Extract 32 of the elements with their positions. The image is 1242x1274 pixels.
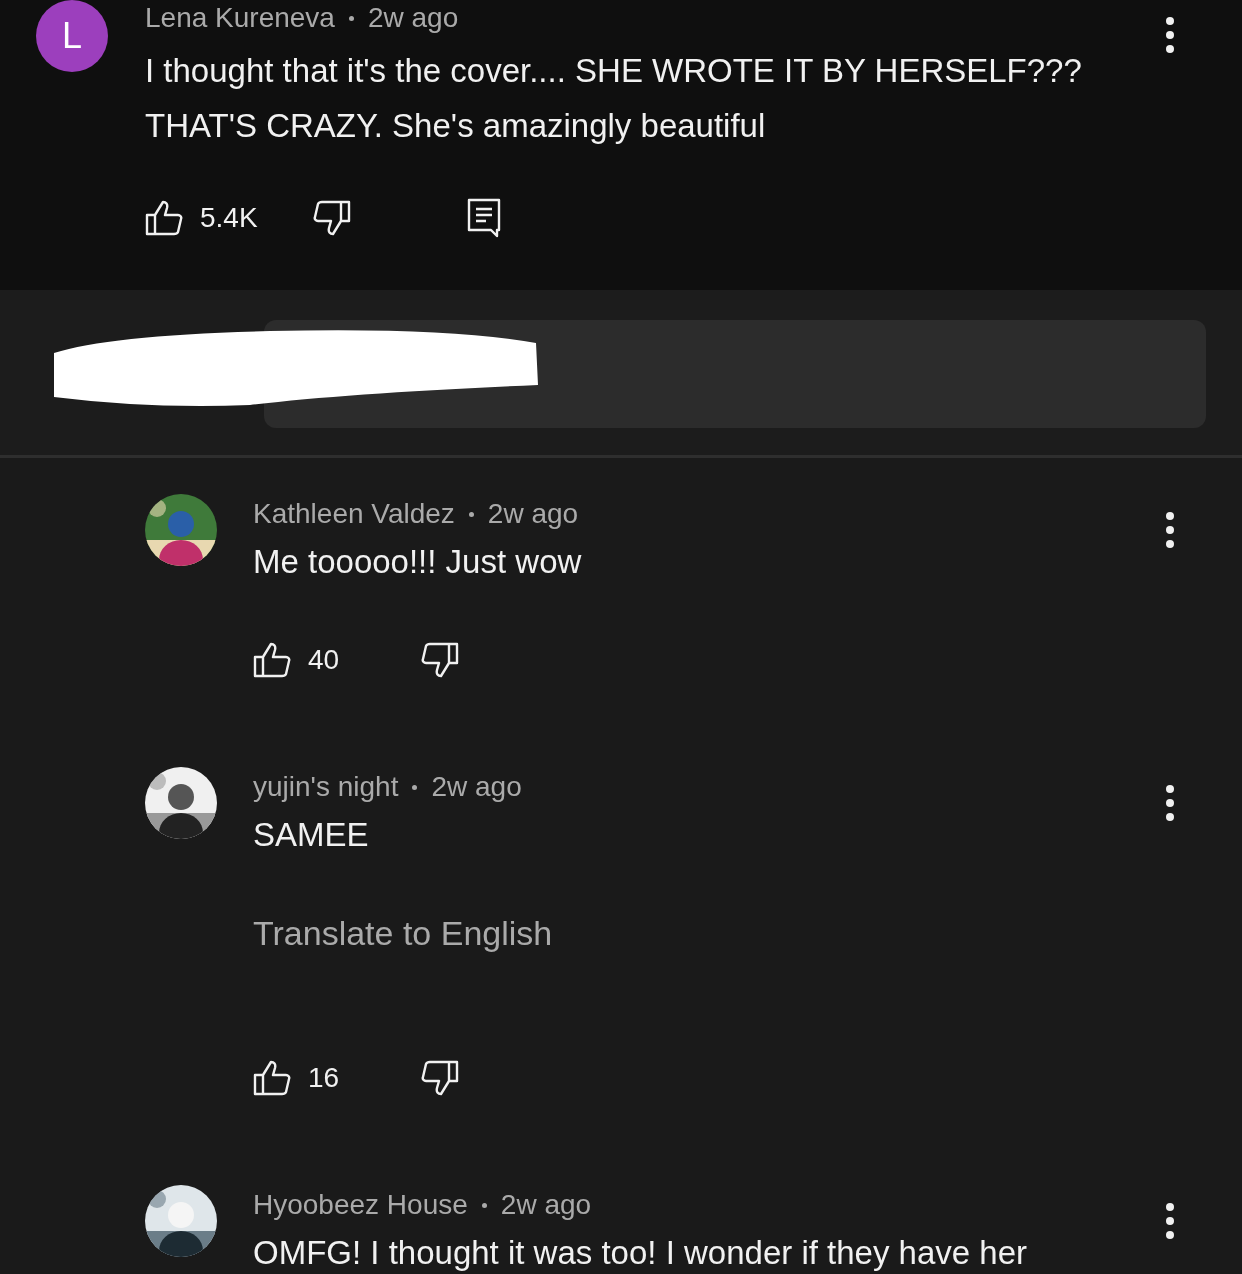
like-count: 40 [308, 644, 340, 676]
thumbs-down-icon[interactable] [421, 642, 459, 678]
separator-dot [348, 15, 354, 21]
separator-dot [412, 784, 418, 790]
more-icon[interactable] [1165, 785, 1175, 821]
comment-text: Me tooooo!!! Just wow [253, 542, 583, 582]
comment-text: OMFG! I thought it was too! I wonder if they have her [253, 1233, 1029, 1273]
more-icon[interactable] [1165, 512, 1175, 548]
comment-text: SAMEE [253, 815, 370, 855]
author-name[interactable]: Kathleen Valdez [253, 498, 455, 530]
timestamp: 2w ago [487, 498, 579, 530]
like-count: 16 [308, 1062, 340, 1094]
more-icon[interactable] [1165, 17, 1175, 53]
separator-dot [468, 511, 474, 517]
like-count: 5.4K [200, 202, 258, 234]
timestamp: 2w ago [431, 771, 522, 803]
reply-icon[interactable] [467, 198, 501, 238]
thumbs-up-icon[interactable] [253, 642, 291, 678]
avatar[interactable]: L [36, 0, 108, 72]
more-icon[interactable] [1165, 1203, 1175, 1239]
thumbs-down-icon[interactable] [313, 200, 351, 236]
separator-dot [481, 1202, 487, 1208]
comment-text: I thought that it's the cover.... SHE WROTE IT BY HERSELF??? THAT'S CRAZY. She's amazingly beautiful [145, 51, 1083, 146]
translate-link[interactable]: Translate to English [253, 906, 1145, 960]
author-name[interactable]: Hyoobeez House [253, 1189, 468, 1221]
thumbs-up-icon[interactable] [253, 1060, 291, 1096]
thumbs-up-icon[interactable] [145, 200, 183, 236]
thumbs-down-icon[interactable] [421, 1060, 459, 1096]
author-name[interactable]: Lena Kureneva [145, 2, 335, 34]
author-name[interactable]: yujin's night [253, 771, 399, 803]
timestamp: 2w ago [500, 1189, 592, 1221]
timestamp: 2w ago [367, 2, 459, 34]
